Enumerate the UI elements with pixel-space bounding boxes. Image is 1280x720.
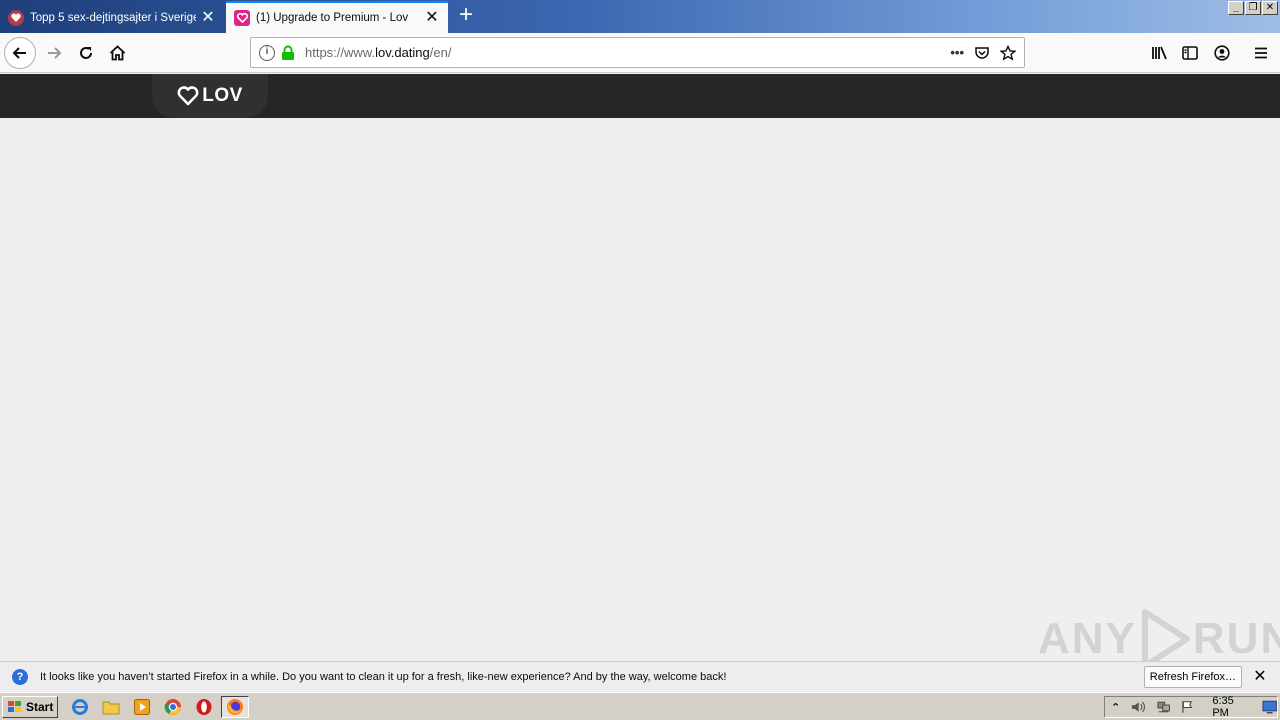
watermark-text-left: ANY <box>1038 614 1137 663</box>
firefox-taskbar-button[interactable] <box>221 695 250 718</box>
home-button[interactable] <box>101 37 133 69</box>
media-player-icon <box>134 698 151 715</box>
tab-title: Topp 5 sex-dejtingsajter i Sverige <box>30 11 196 24</box>
lov-favicon-icon <box>234 10 250 26</box>
new-tab-button[interactable]: + <box>454 3 478 28</box>
url-prefix: https://www. <box>305 45 376 60</box>
show-desktop-icon[interactable] <box>1262 700 1277 714</box>
library-button[interactable] <box>1143 37 1175 69</box>
chrome-icon <box>164 698 182 715</box>
restore-button[interactable]: ❐ <box>1245 1 1261 15</box>
question-icon: ? <box>12 669 28 685</box>
tab-upgrade-premium[interactable]: (1) Upgrade to Premium - Lov ✕ <box>226 1 448 33</box>
sidebar-button[interactable] <box>1174 37 1206 69</box>
windows-logo-icon <box>8 700 21 712</box>
start-label: Start <box>26 699 54 714</box>
tab-close-icon[interactable]: ✕ <box>424 10 440 26</box>
url-bar[interactable]: i https://www.lov.dating/en/ ••• <box>250 37 1025 68</box>
refresh-firefox-button[interactable]: Refresh Firefox… <box>1143 666 1242 688</box>
system-tray: ⌃ 6:35 PM <box>1104 695 1278 719</box>
action-center-flag-icon[interactable] <box>1181 700 1194 714</box>
bookmark-star-icon[interactable] <box>1000 44 1016 61</box>
tab-bar: Topp 5 sex-dejtingsajter i Sverige ✕ (1)… <box>0 0 1280 33</box>
site-header: LOV <box>0 74 1280 118</box>
media-player-quicklaunch[interactable] <box>128 696 156 718</box>
forward-arrow-icon <box>48 47 62 59</box>
back-button[interactable] <box>4 37 36 69</box>
heart-logo-icon <box>177 86 199 106</box>
volume-icon[interactable] <box>1130 700 1146 714</box>
opera-quicklaunch[interactable] <box>190 696 218 718</box>
reload-button[interactable] <box>70 37 102 69</box>
library-icon <box>1151 46 1167 60</box>
taskbar-clock[interactable]: 6:35 PM <box>1212 695 1251 719</box>
show-hidden-icons-icon[interactable]: ⌃ <box>1111 701 1120 714</box>
tab-topp5[interactable]: Topp 5 sex-dejtingsajter i Sverige ✕ <box>0 2 224 33</box>
url-text[interactable]: https://www.lov.dating/en/ <box>305 45 950 60</box>
sidebar-icon <box>1182 46 1198 60</box>
start-button[interactable]: Start <box>2 695 59 718</box>
notification-message: It looks like you haven’t started Firefo… <box>40 671 727 683</box>
page-content <box>0 118 1280 661</box>
back-arrow-icon <box>12 47 26 59</box>
page-actions-icon[interactable]: ••• <box>950 45 964 60</box>
forward-button[interactable] <box>38 37 70 69</box>
watermark-text-right: RUN <box>1192 614 1280 663</box>
home-icon <box>109 45 125 61</box>
lov-logo[interactable]: LOV <box>152 74 268 118</box>
close-window-button[interactable]: ✕ <box>1262 1 1278 15</box>
window-controls: _ ❐ ✕ <box>1228 1 1278 15</box>
folder-icon <box>102 701 120 714</box>
chrome-quicklaunch[interactable] <box>159 696 187 718</box>
opera-icon <box>196 698 212 715</box>
taskbar: Start ⌃ 6:35 PM <box>0 692 1280 720</box>
explorer-quicklaunch[interactable] <box>97 696 125 718</box>
ie-quicklaunch[interactable] <box>66 696 94 718</box>
internet-explorer-icon <box>72 698 89 715</box>
menu-button[interactable] <box>1245 37 1277 69</box>
reload-icon <box>80 47 92 59</box>
lock-icon[interactable] <box>281 45 295 61</box>
site-info-icon[interactable]: i <box>259 44 275 61</box>
network-icon[interactable] <box>1156 700 1171 714</box>
tab-title: (1) Upgrade to Premium - Lov <box>256 12 409 24</box>
tab-close-icon[interactable]: ✕ <box>200 9 216 26</box>
nav-bar: i https://www.lov.dating/en/ ••• <box>0 33 1280 73</box>
firefox-icon <box>227 698 244 715</box>
account-button[interactable] <box>1206 37 1238 69</box>
url-host: lov.dating <box>375 45 430 60</box>
minimize-button[interactable]: _ <box>1228 1 1244 15</box>
url-path: /en/ <box>429 45 452 60</box>
logo-text: LOV <box>202 85 243 106</box>
hamburger-menu-icon <box>1255 47 1267 59</box>
pocket-icon[interactable] <box>974 45 990 61</box>
heart-favicon-icon <box>8 9 24 26</box>
close-notification-icon[interactable]: ✕ <box>1250 667 1270 687</box>
account-icon <box>1214 45 1230 61</box>
notification-bar: ? It looks like you haven’t started Fire… <box>0 661 1280 692</box>
